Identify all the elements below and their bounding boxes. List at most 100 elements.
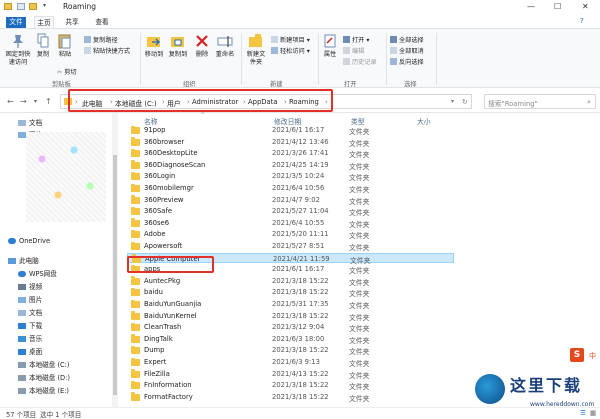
pin-quick-access-button[interactable]: 固定到快速访问: [3, 33, 33, 66]
file-row[interactable]: AuntecPkg 2021/3/18 15:22 文件夹: [127, 276, 454, 287]
file-date: 2021/6/4 10:55: [272, 218, 325, 227]
ribbon-divider: [318, 33, 319, 85]
nav-item-music[interactable]: 音乐: [18, 333, 42, 343]
file-row[interactable]: 91pop 2021/6/1 16:17 文件夹: [127, 125, 454, 136]
history-button[interactable]: 历史记录: [343, 57, 377, 66]
breadcrumb-separator[interactable]: ›: [243, 98, 246, 106]
nav-item-drive-c[interactable]: 本地磁盘 (C:): [18, 359, 69, 369]
address-bar[interactable]: › 此电脑 › 本地磁盘 (C:) › 用户 › Administrator ›…: [60, 94, 472, 109]
file-row[interactable]: Adobe 2021/5/20 11:11 文件夹: [127, 229, 454, 240]
tab-file[interactable]: 文件: [6, 17, 26, 28]
title-bar: ▾ Roaming — ☐ ✕: [0, 0, 600, 14]
back-button[interactable]: ←: [7, 97, 14, 106]
help-icon[interactable]: ?: [580, 17, 584, 25]
breadcrumb-separator[interactable]: ›: [162, 98, 165, 106]
file-row[interactable]: 360mobilemgr 2021/6/4 10:56 文件夹: [127, 183, 454, 194]
nav-item-onedrive[interactable]: OneDrive: [8, 237, 50, 245]
breadcrumb-this-pc[interactable]: 此电脑: [82, 98, 102, 108]
rename-button[interactable]: 重命名: [214, 33, 236, 59]
nav-item-drive-e[interactable]: 本地磁盘 (E:): [18, 385, 69, 395]
nav-item-desktop[interactable]: 桌面: [18, 346, 42, 356]
file-row[interactable]: FormatFactory 2021/3/18 15:22 文件夹: [127, 392, 454, 403]
file-row[interactable]: 360Preview 2021/4/7 9:02 文件夹: [127, 195, 454, 206]
address-dropdown-icon[interactable]: ▾: [451, 98, 454, 105]
file-row[interactable]: Apowersoft 2021/5/27 8:51 文件夹: [127, 241, 454, 252]
file-row[interactable]: 360se6 2021/6/4 10:55 文件夹: [127, 218, 454, 229]
new-folder-button[interactable]: 新建文件夹: [244, 33, 268, 66]
properties-icon[interactable]: [17, 3, 25, 10]
file-row[interactable]: baidu 2021/3/18 15:22 文件夹: [127, 287, 454, 298]
maximize-button[interactable]: ☐: [554, 2, 561, 11]
open-button[interactable]: 打开 ▾: [343, 35, 369, 44]
file-row[interactable]: Expert 2021/6/3 9:13 文件夹: [127, 357, 454, 368]
file-row[interactable]: 360DesktopLite 2021/3/26 17:41 文件夹: [127, 148, 454, 159]
breadcrumb-users[interactable]: 用户: [167, 98, 181, 108]
move-to-button[interactable]: 移动到: [143, 33, 165, 59]
nav-item-wps-drive[interactable]: WPS网盘: [18, 268, 57, 278]
file-row[interactable]: FnInformation 2021/3/18 15:22 文件夹: [127, 380, 454, 391]
paste-shortcut-button[interactable]: 粘贴快捷方式: [84, 46, 130, 55]
search-box[interactable]: 搜索"Roaming" ⌕: [484, 94, 596, 109]
minimize-button[interactable]: —: [527, 2, 535, 11]
nav-item-documents-pc[interactable]: 文档: [18, 307, 42, 317]
breadcrumb-appdata[interactable]: AppData: [248, 98, 278, 106]
refresh-icon[interactable]: ↻: [462, 98, 468, 106]
delete-button[interactable]: 删除: [193, 33, 211, 59]
select-all-button[interactable]: 全部选择: [390, 35, 424, 44]
file-date: 2021/5/27 11:04: [272, 207, 329, 216]
breadcrumb-c-drive[interactable]: 本地磁盘 (C:): [115, 98, 157, 108]
file-date: 2021/4/13 15:22: [272, 369, 329, 378]
breadcrumb-separator[interactable]: ›: [187, 98, 190, 106]
file-row[interactable]: 360Login 2021/3/5 10:24 文件夹: [127, 171, 454, 182]
nav-item-documents[interactable]: 文档: [18, 117, 42, 127]
file-row[interactable]: DingTalk 2021/6/3 18:00 文件夹: [127, 334, 454, 345]
open-group-label: 打开: [344, 81, 357, 88]
cut-button[interactable]: ✂ 剪切: [57, 67, 77, 76]
copy-path-button[interactable]: 复制路径: [84, 35, 118, 44]
file-row[interactable]: BaiduYunKernel 2021/3/18 15:22 文件夹: [127, 311, 454, 322]
ime-logo-icon[interactable]: S: [570, 348, 584, 362]
nav-item-drive-d[interactable]: 本地磁盘 (D:): [18, 372, 70, 382]
forward-button[interactable]: →: [20, 97, 27, 106]
breadcrumb-separator[interactable]: ›: [325, 98, 328, 106]
nav-item-videos[interactable]: 视频: [18, 281, 42, 291]
tab-home[interactable]: 主页: [34, 16, 54, 28]
file-row[interactable]: BaiduYunGuanjia 2021/5/31 17:35 文件夹: [127, 299, 454, 310]
new-item-button[interactable]: 新建项目 ▾: [271, 35, 310, 44]
recent-dropdown-icon[interactable]: ▾: [34, 98, 37, 105]
edit-button[interactable]: 编辑: [343, 46, 364, 55]
paste-button[interactable]: 粘贴: [56, 33, 74, 59]
nav-item-this-pc[interactable]: 此电脑: [8, 255, 39, 265]
file-row[interactable]: 360Safe 2021/5/27 11:04 文件夹: [127, 206, 454, 217]
file-row[interactable]: Dump 2021/3/18 15:22 文件夹: [127, 345, 454, 356]
breadcrumb-administrator[interactable]: Administrator: [192, 98, 238, 106]
breadcrumb-separator[interactable]: ›: [284, 98, 287, 106]
tab-view[interactable]: 查看: [92, 16, 112, 28]
ribbon-divider: [386, 33, 387, 85]
nav-item-downloads[interactable]: 下载: [18, 320, 42, 330]
file-row[interactable]: 360DiagnoseScan 2021/4/25 14:19 文件夹: [127, 160, 454, 171]
nav-scrollbar-thumb[interactable]: [113, 155, 117, 395]
file-row[interactable]: Apple Computer 2021/4/21 11:59 文件夹: [127, 252, 454, 265]
file-row[interactable]: FileZilla 2021/4/13 15:22 文件夹: [127, 369, 454, 380]
copy-button[interactable]: 复制: [35, 33, 51, 59]
breadcrumb-roaming[interactable]: Roaming: [289, 98, 319, 106]
breadcrumb-separator[interactable]: ›: [110, 98, 113, 106]
tab-share[interactable]: 共享: [62, 16, 82, 28]
file-row[interactable]: apps 2021/6/1 16:17 文件夹: [127, 264, 454, 275]
close-button[interactable]: ✕: [582, 2, 589, 11]
invert-selection-button[interactable]: 反向选择: [390, 57, 424, 66]
copy-to-button[interactable]: 复制到: [167, 33, 189, 59]
file-row[interactable]: 360browser 2021/4/12 13:46 文件夹: [127, 137, 454, 148]
ime-mode-label[interactable]: 中: [589, 351, 596, 361]
nav-item-pictures-pc[interactable]: 图片: [18, 294, 42, 304]
file-row[interactable]: CleanTrash 2021/3/12 9:04 文件夹: [127, 322, 454, 333]
breadcrumb-separator[interactable]: ›: [75, 98, 78, 106]
nav-label: 文档: [29, 309, 43, 317]
up-button[interactable]: ↑: [45, 97, 52, 106]
select-none-button[interactable]: 全部取消: [390, 46, 424, 55]
properties-button[interactable]: 属性: [321, 33, 339, 59]
easy-access-button[interactable]: 轻松访问 ▾: [271, 46, 310, 55]
qat-dropdown-icon[interactable]: ▾: [43, 2, 46, 9]
new-folder-icon[interactable]: [29, 3, 37, 10]
